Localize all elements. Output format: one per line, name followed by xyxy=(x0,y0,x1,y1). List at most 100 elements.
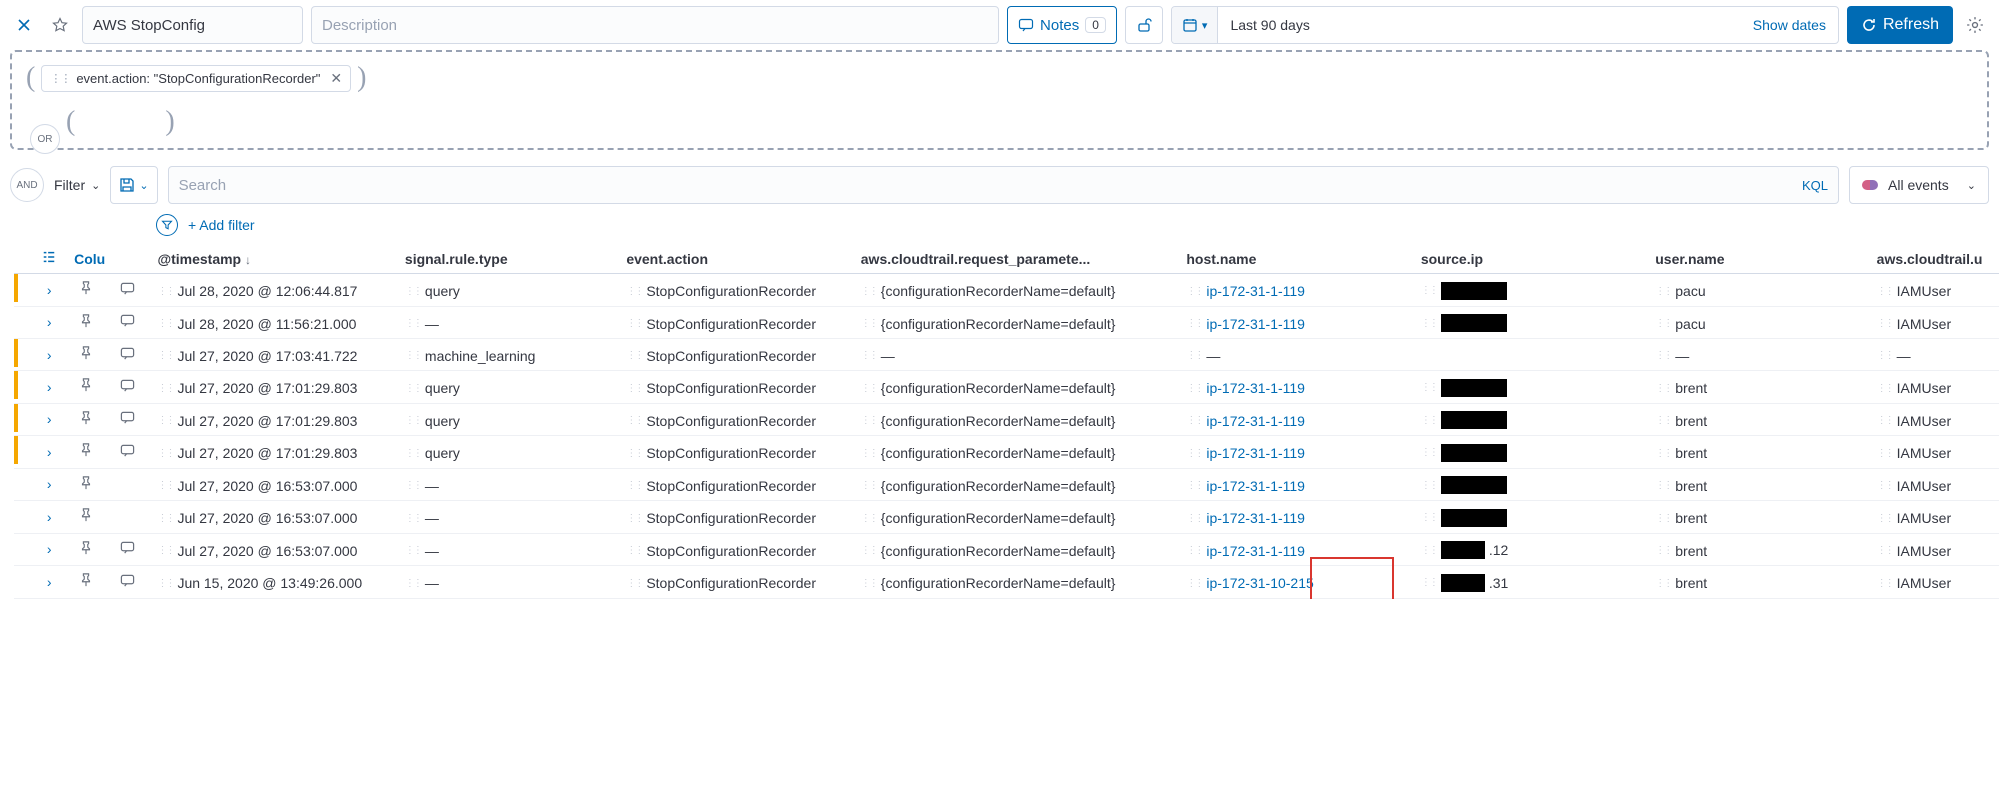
lock-button[interactable] xyxy=(1125,6,1163,44)
comment-button[interactable] xyxy=(120,412,135,428)
identity-cell[interactable]: ⋮⋮IAMUser xyxy=(1877,445,1951,461)
remove-filter-icon[interactable]: ✕ xyxy=(326,70,342,87)
identity-cell[interactable]: ⋮⋮— xyxy=(1877,348,1911,364)
pin-button[interactable] xyxy=(79,282,93,298)
comment-button[interactable] xyxy=(120,380,135,396)
pin-button[interactable] xyxy=(79,347,93,363)
filter-options-icon[interactable] xyxy=(156,214,178,236)
identity-cell[interactable]: ⋮⋮IAMUser xyxy=(1877,413,1951,429)
action-cell[interactable]: ⋮⋮StopConfigurationRecorder xyxy=(626,348,816,364)
rule-type-cell[interactable]: ⋮⋮query xyxy=(405,445,460,461)
show-dates-link[interactable]: Show dates xyxy=(1741,17,1838,33)
user-cell[interactable]: ⋮⋮— xyxy=(1655,348,1689,364)
identity-cell[interactable]: ⋮⋮IAMUser xyxy=(1877,543,1951,559)
timeline-title-input[interactable] xyxy=(82,6,303,44)
user-cell[interactable]: ⋮⋮brent xyxy=(1655,380,1707,396)
action-cell[interactable]: ⋮⋮StopConfigurationRecorder xyxy=(626,543,816,559)
expand-row-button[interactable]: › xyxy=(47,282,52,298)
add-filter-link[interactable]: + Add filter xyxy=(188,217,255,233)
search-text-field[interactable] xyxy=(179,177,1802,194)
params-cell[interactable]: ⋮⋮— xyxy=(861,348,895,364)
pin-button[interactable] xyxy=(79,477,93,493)
params-cell[interactable]: ⋮⋮{configurationRecorderName=default} xyxy=(861,445,1116,461)
col-request-params[interactable]: aws.cloudtrail.request_paramete... xyxy=(853,244,1179,274)
identity-cell[interactable]: ⋮⋮IAMUser xyxy=(1877,380,1951,396)
expand-row-button[interactable]: › xyxy=(47,476,52,492)
identity-cell[interactable]: ⋮⋮IAMUser xyxy=(1877,510,1951,526)
comment-button[interactable] xyxy=(120,348,135,364)
host-link[interactable]: ip-172-31-1-119 xyxy=(1206,413,1305,429)
params-cell[interactable]: ⋮⋮{configurationRecorderName=default} xyxy=(861,575,1116,591)
comment-button[interactable] xyxy=(120,445,135,461)
rule-type-cell[interactable]: ⋮⋮— xyxy=(405,510,439,526)
host-cell[interactable]: ⋮⋮ip-172-31-10-215 xyxy=(1186,575,1313,591)
comment-button[interactable] xyxy=(120,315,135,331)
params-cell[interactable]: ⋮⋮{configurationRecorderName=default} xyxy=(861,316,1116,332)
rule-type-cell[interactable]: ⋮⋮query xyxy=(405,413,460,429)
host-link[interactable]: ip-172-31-1-119 xyxy=(1206,478,1305,494)
identity-cell[interactable]: ⋮⋮IAMUser xyxy=(1877,478,1951,494)
action-cell[interactable]: ⋮⋮StopConfigurationRecorder xyxy=(626,575,816,591)
host-cell[interactable]: ⋮⋮ip-172-31-1-119 xyxy=(1186,413,1305,429)
user-cell[interactable]: ⋮⋮brent xyxy=(1655,445,1707,461)
search-input[interactable]: KQL xyxy=(168,166,1839,204)
refresh-button[interactable]: Refresh xyxy=(1847,6,1953,44)
user-cell[interactable]: ⋮⋮brent xyxy=(1655,543,1707,559)
host-link[interactable]: ip-172-31-1-119 xyxy=(1206,543,1305,559)
host-cell[interactable]: ⋮⋮ip-172-31-1-119 xyxy=(1186,380,1305,396)
filter-dropdown[interactable]: Filter ⌄ xyxy=(54,177,100,193)
timestamp-cell[interactable]: ⋮⋮Jul 27, 2020 @ 16:53:07.000 xyxy=(157,543,357,559)
comment-button[interactable] xyxy=(120,575,135,591)
rule-type-cell[interactable]: ⋮⋮query xyxy=(405,380,460,396)
comment-button[interactable] xyxy=(120,283,135,299)
host-cell[interactable]: ⋮⋮— xyxy=(1186,348,1220,364)
rule-type-cell[interactable]: ⋮⋮— xyxy=(405,575,439,591)
timestamp-cell[interactable]: ⋮⋮Jul 27, 2020 @ 16:53:07.000 xyxy=(157,478,357,494)
rule-type-cell[interactable]: ⋮⋮— xyxy=(405,543,439,559)
action-cell[interactable]: ⋮⋮StopConfigurationRecorder xyxy=(626,445,816,461)
timestamp-cell[interactable]: ⋮⋮Jul 27, 2020 @ 16:53:07.000 xyxy=(157,510,357,526)
user-cell[interactable]: ⋮⋮brent xyxy=(1655,510,1707,526)
notes-button[interactable]: Notes 0 xyxy=(1007,6,1117,44)
col-user-name[interactable]: user.name xyxy=(1647,244,1868,274)
col-source-ip[interactable]: source.ip xyxy=(1413,244,1647,274)
params-cell[interactable]: ⋮⋮{configurationRecorderName=default} xyxy=(861,283,1116,299)
rule-type-cell[interactable]: ⋮⋮— xyxy=(405,316,439,332)
kql-toggle[interactable]: KQL xyxy=(1802,178,1828,193)
col-identity-type[interactable]: aws.cloudtrail.u xyxy=(1869,244,1999,274)
timestamp-cell[interactable]: ⋮⋮Jul 27, 2020 @ 17:01:29.803 xyxy=(157,413,357,429)
expand-row-button[interactable]: › xyxy=(47,347,52,363)
identity-cell[interactable]: ⋮⋮IAMUser xyxy=(1877,283,1951,299)
host-link[interactable]: ip-172-31-1-119 xyxy=(1206,510,1305,526)
timestamp-cell[interactable]: ⋮⋮Jun 15, 2020 @ 13:49:26.000 xyxy=(157,575,362,591)
columns-link[interactable]: Columns xyxy=(74,251,105,267)
col-rule-type[interactable]: signal.rule.type xyxy=(397,244,618,274)
user-cell[interactable]: ⋮⋮brent xyxy=(1655,478,1707,494)
pin-button[interactable] xyxy=(79,509,93,525)
action-cell[interactable]: ⋮⋮StopConfigurationRecorder xyxy=(626,316,816,332)
host-cell[interactable]: ⋮⋮ip-172-31-1-119 xyxy=(1186,316,1305,332)
action-cell[interactable]: ⋮⋮StopConfigurationRecorder xyxy=(626,413,816,429)
expand-row-button[interactable]: › xyxy=(47,574,52,590)
host-cell[interactable]: ⋮⋮ip-172-31-1-119 xyxy=(1186,510,1305,526)
user-cell[interactable]: ⋮⋮brent xyxy=(1655,575,1707,591)
pin-button[interactable] xyxy=(79,542,93,558)
timestamp-cell[interactable]: ⋮⋮Jul 27, 2020 @ 17:01:29.803 xyxy=(157,445,357,461)
expand-row-button[interactable]: › xyxy=(47,411,52,427)
calendar-button[interactable]: ▾ xyxy=(1172,7,1219,43)
comment-button[interactable] xyxy=(120,542,135,558)
star-icon[interactable] xyxy=(46,11,74,39)
host-link[interactable]: ip-172-31-1-119 xyxy=(1206,445,1305,461)
expand-row-button[interactable]: › xyxy=(47,314,52,330)
expand-row-button[interactable]: › xyxy=(47,444,52,460)
params-cell[interactable]: ⋮⋮{configurationRecorderName=default} xyxy=(861,478,1116,494)
user-cell[interactable]: ⋮⋮pacu xyxy=(1655,283,1705,299)
pin-button[interactable] xyxy=(79,574,93,590)
identity-cell[interactable]: ⋮⋮IAMUser xyxy=(1877,575,1951,591)
pin-button[interactable] xyxy=(79,315,93,331)
expand-row-button[interactable]: › xyxy=(47,509,52,525)
identity-cell[interactable]: ⋮⋮IAMUser xyxy=(1877,316,1951,332)
col-timestamp[interactable]: @timestamp ↓ xyxy=(149,244,396,274)
action-cell[interactable]: ⋮⋮StopConfigurationRecorder xyxy=(626,380,816,396)
columns-button[interactable] xyxy=(42,250,56,264)
